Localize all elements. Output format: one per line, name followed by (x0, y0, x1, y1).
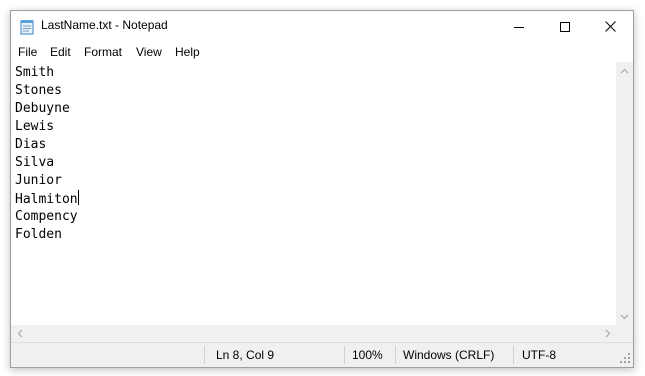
text-line: Dias (15, 137, 47, 152)
menu-format[interactable]: Format (84, 45, 122, 59)
scrollbar-corner (616, 325, 633, 342)
window-title: LastName.txt - Notepad (41, 18, 168, 32)
status-divider (344, 346, 345, 364)
status-divider (395, 346, 396, 364)
menu-edit[interactable]: Edit (50, 45, 71, 59)
maximize-button[interactable] (542, 11, 588, 42)
minimize-icon (514, 26, 524, 28)
chevron-left-icon (17, 329, 22, 338)
text-line: Debuyne (15, 101, 70, 116)
text-line: Stones (15, 83, 62, 98)
text-line: Folden (15, 227, 62, 242)
text-line: Silva (15, 155, 55, 170)
status-bar: Ln 8, Col 9 100% Windows (CRLF) UTF-8 (11, 342, 633, 367)
vertical-scrollbar[interactable] (616, 62, 633, 325)
menu-bar: File Edit Format View Help (11, 42, 633, 62)
notepad-window: LastName.txt - Notepad File Edit Format … (10, 10, 634, 368)
text-line-with-caret: Halmiton (15, 190, 79, 208)
menu-help[interactable]: Help (175, 45, 200, 59)
scroll-left-button[interactable] (11, 325, 28, 342)
chevron-down-icon (620, 314, 629, 319)
close-button[interactable] (587, 11, 633, 42)
menu-file[interactable]: File (18, 45, 37, 59)
resize-grip-icon[interactable] (619, 352, 631, 364)
text-line: Halmiton (15, 192, 78, 207)
status-divider (204, 346, 205, 364)
menu-view[interactable]: View (136, 45, 162, 59)
text-line: Smith (15, 65, 55, 80)
text-caret (77, 190, 79, 205)
chevron-right-icon (605, 329, 610, 338)
text-line: Compency (15, 209, 78, 224)
maximize-icon (560, 21, 570, 32)
horizontal-scrollbar[interactable] (11, 325, 616, 342)
status-cursor-position: Ln 8, Col 9 (216, 348, 275, 362)
text-line: Junior (15, 173, 62, 188)
status-line-ending: Windows (CRLF) (403, 348, 495, 362)
text-line: Lewis (15, 119, 55, 134)
scroll-right-button[interactable] (599, 325, 616, 342)
status-divider (513, 346, 514, 364)
title-bar[interactable]: LastName.txt - Notepad (11, 11, 633, 42)
scroll-up-button[interactable] (616, 62, 633, 79)
scroll-down-button[interactable] (616, 308, 633, 325)
chevron-up-icon (620, 68, 629, 73)
status-zoom: 100% (352, 348, 383, 362)
notepad-icon (20, 20, 34, 35)
minimize-button[interactable] (496, 11, 542, 42)
close-icon (604, 21, 616, 32)
status-encoding: UTF-8 (522, 348, 556, 362)
text-editor[interactable]: Smith Stones Debuyne Lewis Dias Silva Ju… (11, 62, 616, 325)
